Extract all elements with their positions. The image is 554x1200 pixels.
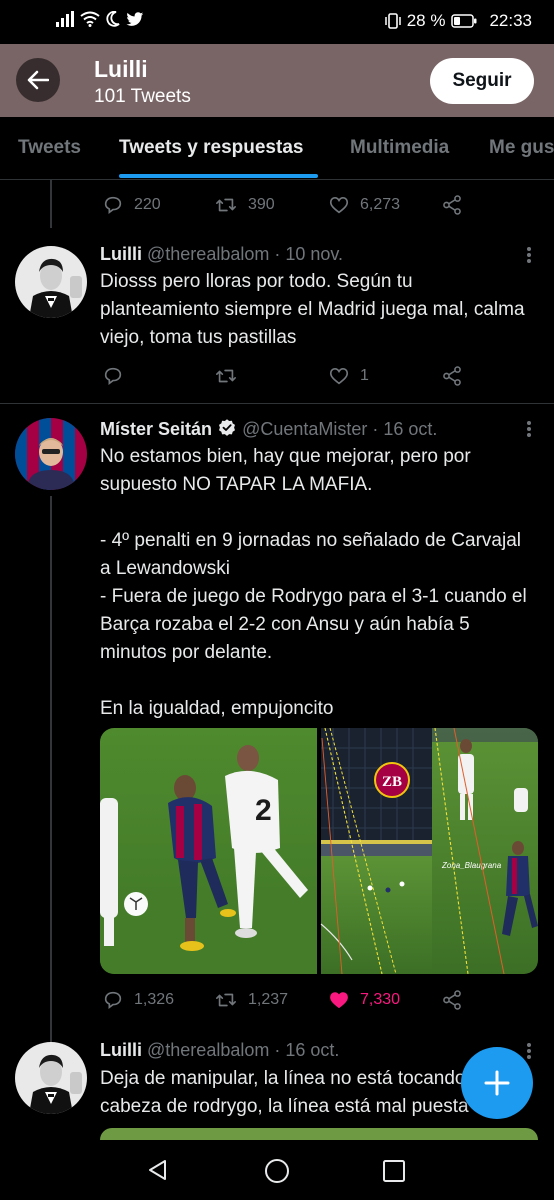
heart-icon [329, 197, 349, 214]
avatar[interactable] [15, 246, 87, 318]
share-button[interactable] [441, 989, 463, 1011]
avatar-photo [15, 246, 87, 318]
more-vertical-icon [527, 247, 531, 263]
prev-tweet-actions: 220 390 6,273 [0, 194, 554, 218]
share-icon [443, 990, 461, 1010]
tab-tweets[interactable]: Tweets [18, 137, 81, 159]
tab-likes[interactable]: Me gus [489, 137, 554, 159]
nav-recents-icon[interactable] [382, 1159, 406, 1183]
verified-badge-icon [219, 419, 236, 436]
author-name[interactable]: Míster Seitán [100, 419, 212, 439]
like-button[interactable]: 7,330 [328, 989, 400, 1011]
author-handle: @therealbalom · 10 nov. [147, 244, 344, 264]
profile-name: Luilli [94, 56, 148, 82]
reply-icon [104, 367, 122, 385]
tweet-header: Luilli @therealbalom · 16 oct. [100, 1040, 339, 1061]
like-button[interactable]: 1 [328, 365, 369, 387]
more-vertical-icon [527, 1043, 531, 1059]
share-button[interactable] [441, 194, 463, 216]
author-name[interactable]: Luilli [100, 1040, 142, 1060]
moon-icon [106, 11, 120, 27]
nav-home-icon[interactable] [264, 1158, 290, 1184]
share-icon [443, 195, 461, 215]
follow-button[interactable]: Seguir [430, 58, 534, 104]
media-watermark: ZB [382, 774, 402, 790]
svg-text:2: 2 [255, 794, 272, 827]
avatar[interactable] [15, 1042, 87, 1114]
author-handle: @therealbalom · 16 oct. [147, 1040, 340, 1060]
more-vertical-icon [527, 421, 531, 437]
share-button[interactable] [441, 365, 463, 387]
like-button[interactable]: 6,273 [328, 194, 400, 216]
retweet-button[interactable]: 390 [214, 194, 275, 216]
vibrate-icon [384, 13, 401, 29]
status-bar: 28 % 22:33 [0, 0, 554, 44]
retweet-icon [216, 369, 236, 383]
reply-icon [104, 196, 122, 214]
reply-icon [104, 991, 122, 1009]
more-options-button[interactable] [526, 1042, 532, 1060]
avatar-photo [15, 418, 87, 490]
active-tab-indicator [119, 174, 318, 178]
author-handle: @CuentaMister · 16 oct. [242, 419, 438, 439]
reply-button[interactable]: 220 [102, 194, 161, 216]
heart-icon [329, 368, 349, 385]
heart-filled-icon [330, 992, 348, 1009]
media-image: 2 ZB Zona_Blaugrana [100, 728, 538, 974]
system-nav-bar [0, 1140, 554, 1200]
tweet-header: Luilli @therealbalom · 10 nov. [100, 244, 343, 265]
avatar-photo [15, 1042, 87, 1114]
clock: 22:33 [489, 11, 532, 30]
back-button[interactable] [16, 58, 60, 102]
avatar[interactable] [15, 418, 87, 490]
retweet-icon [216, 198, 236, 212]
reply-button[interactable]: 1,326 [102, 989, 174, 1011]
arrow-left-icon [27, 70, 49, 90]
retweet-button[interactable] [214, 365, 248, 387]
tweet-header: Míster Seitán @CuentaMister · 16 oct. [100, 418, 437, 440]
tweet-media[interactable]: 2 ZB Zona_Blaugrana [100, 728, 538, 974]
nav-back-icon[interactable] [146, 1158, 170, 1182]
divider [0, 403, 554, 404]
profile-header: Luilli 101 Tweets Seguir [0, 44, 554, 117]
twitter-bird-icon [126, 11, 144, 26]
tweet-text: Diosss pero lloras por todo. Según tu pl… [100, 271, 530, 348]
tweet-text: No estamos bien, hay que mejorar, pero p… [100, 446, 527, 719]
reply-button[interactable] [102, 365, 134, 387]
tab-media[interactable]: Multimedia [350, 137, 449, 159]
tweet-media-preview[interactable] [100, 1128, 538, 1140]
battery-percent: 28 % [406, 11, 446, 30]
more-options-button[interactable] [526, 246, 532, 264]
thread-line [50, 496, 52, 1044]
tab-tweets-and-replies[interactable]: Tweets y respuestas [119, 137, 303, 159]
battery-icon [451, 14, 477, 28]
author-name[interactable]: Luilli [100, 244, 142, 264]
more-options-button[interactable] [526, 420, 532, 438]
share-icon [443, 366, 461, 386]
retweet-icon [216, 993, 236, 1007]
tweet-actions: 1 [0, 365, 554, 389]
signal-icon [56, 11, 74, 27]
tweet-actions: 1,326 1,237 7,330 [0, 989, 554, 1013]
wifi-icon [80, 11, 100, 27]
plus-icon [484, 1070, 510, 1096]
media-caption: Zona_Blaugrana [441, 861, 502, 870]
profile-tabs: Tweets Tweets y respuestas Multimedia Me… [0, 117, 554, 180]
tweet-count: 101 Tweets [94, 86, 191, 107]
retweet-button[interactable]: 1,237 [214, 989, 288, 1011]
compose-tweet-button[interactable] [461, 1047, 533, 1119]
